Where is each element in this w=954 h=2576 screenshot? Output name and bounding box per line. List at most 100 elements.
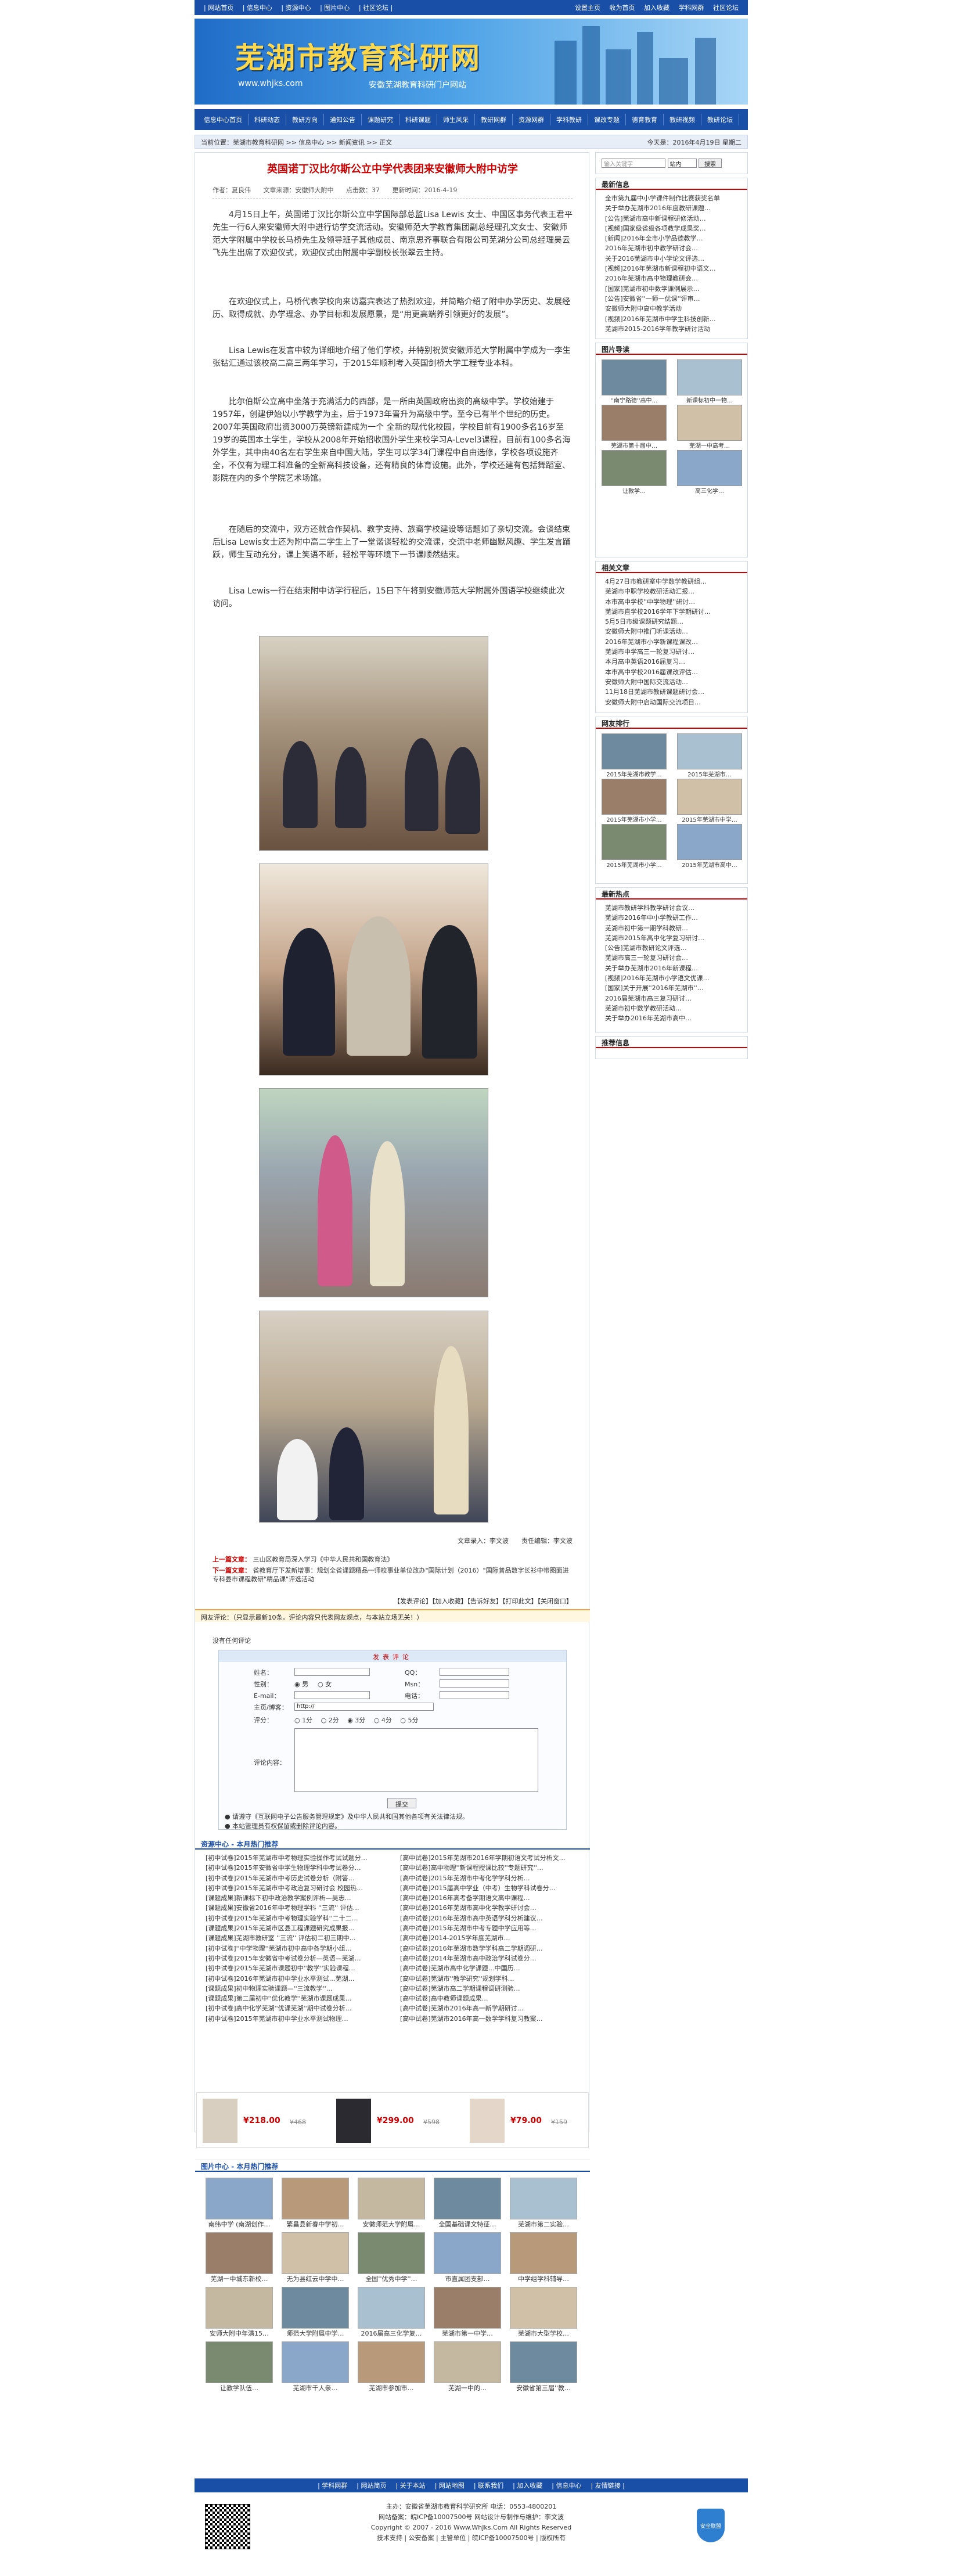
list-item[interactable]: 本月高中英语2016届复习… <box>600 657 744 667</box>
footer-link[interactable]: | 联系我们 <box>469 2481 508 2490</box>
photo-card[interactable]: ''南宁路德''高中… <box>602 359 667 404</box>
list-item[interactable]: [高中试卷]高中教师课题成果… <box>395 1994 584 2003</box>
list-item[interactable]: [视频]2016年芜湖市小学语文优课… <box>600 973 744 983</box>
footer-link[interactable]: | 网站简页 <box>352 2481 391 2490</box>
photo-card[interactable]: 无为县红云中学中… <box>282 2232 349 2283</box>
photo-card[interactable]: 师范大学附属中学… <box>282 2287 349 2338</box>
list-item[interactable]: 2016届芜湖市高三复习研讨… <box>600 994 744 1003</box>
photo-caption[interactable]: 让教学… <box>602 486 667 494</box>
photo-caption[interactable]: 2015年芜湖市小学… <box>602 815 667 823</box>
list-item[interactable]: [高中试卷]2015届高中学业（中考）生物学科试卷分… <box>395 1883 584 1893</box>
photo-caption[interactable]: 师范大学附属中学… <box>282 2329 349 2338</box>
list-item[interactable]: [公告]芜湖市教研论文评选… <box>600 943 744 953</box>
photo-caption[interactable]: 芜湖市第一中学… <box>434 2329 501 2338</box>
photo-caption[interactable]: 芜湖一中城东新校… <box>206 2274 273 2283</box>
photo-caption[interactable]: 全国基础课文特征… <box>434 2219 501 2229</box>
photo-card[interactable]: 繁昌县新春中学初… <box>282 2178 349 2229</box>
list-item[interactable]: 11月18日芜湖市教研课题研讨会… <box>600 687 744 697</box>
footer-link[interactable]: | 信息中心 <box>547 2481 586 2490</box>
photo-caption[interactable]: 中学组学科辅导… <box>510 2274 577 2283</box>
prev-article-link[interactable]: 三山区教育局深入学习《中华人民共和国教育法》 <box>253 1556 394 1563</box>
list-item[interactable]: 2016年芜湖市高中物理教研会… <box>600 274 744 283</box>
nav-item[interactable]: 科研课题 <box>399 114 437 125</box>
list-item[interactable]: [高中试卷]2016年芜湖市数学学科高二学期调研… <box>395 1944 584 1953</box>
list-item[interactable]: [高中试卷]2014-2015学年度芜湖市… <box>395 1933 584 1943</box>
photo-card[interactable]: 芜湖一中高考… <box>677 405 742 449</box>
security-shield-icon[interactable]: 安全联盟 <box>697 2509 725 2542</box>
top-link[interactable]: 社区论坛 <box>713 4 739 12</box>
list-item[interactable]: 关于举办芜湖市2016年新课程… <box>600 963 744 973</box>
photo-caption[interactable]: 繁昌县新春中学初… <box>282 2219 349 2229</box>
nav-item[interactable]: 信息中心首页 <box>198 114 249 125</box>
list-item[interactable]: 关于举办芜湖市2016年度教研课题… <box>600 203 744 213</box>
photo-caption[interactable]: 无为县红云中学中… <box>282 2274 349 2283</box>
footer-link[interactable]: | 友情链接 | <box>586 2481 629 2490</box>
article-tools[interactable]: 【发表评论】【加入收藏】【告诉好友】【打印此文】【关闭窗口】 <box>213 1596 573 1606</box>
homepage-field[interactable]: http:// <box>294 1703 434 1711</box>
list-item[interactable]: 关于2016芜湖市中小学论文评选… <box>600 254 744 264</box>
photo-card[interactable]: 南纬中学 (南湖创作… <box>206 2178 273 2229</box>
name-field[interactable] <box>294 1668 370 1676</box>
nav-item[interactable]: 通知公告 <box>324 114 362 125</box>
list-item[interactable]: [初中试卷]高中化学芜湖''优课芜湖''期中试卷分析… <box>201 2003 390 2013</box>
list-item[interactable]: 安徽师大附中高中教学活动 <box>600 304 744 314</box>
list-item[interactable]: [初中试卷]2016年芜湖市初中学业水平测试…芜湖… <box>201 1974 390 1984</box>
list-item[interactable]: [高中试卷]芜湖市2016年高一新学期研讨… <box>395 2003 584 2013</box>
top-link[interactable]: | 社区论坛 | <box>359 4 393 12</box>
top-link[interactable]: 设置主页 <box>575 4 600 12</box>
photo-caption[interactable]: 芜湖市千人亲… <box>282 2383 349 2392</box>
top-link[interactable]: | 信息中心 <box>243 4 272 12</box>
gender-female[interactable]: ○ 女 <box>318 1679 332 1689</box>
list-item[interactable]: 芜湖市2015-2016学年教学研讨活动 <box>600 324 744 334</box>
photo-caption[interactable]: 芜湖一中的… <box>434 2383 501 2392</box>
photo-card[interactable]: 2015年芜湖市小学… <box>602 824 667 868</box>
photo-card[interactable]: 2015年芜湖市高中… <box>677 824 742 868</box>
list-item[interactable]: 芜湖市教研学科教学研讨会议… <box>600 903 744 913</box>
photo-card[interactable]: 2015年芜湖市中学… <box>677 779 742 823</box>
photo-card[interactable]: 芜湖市参加市… <box>358 2341 425 2392</box>
list-item[interactable]: [初中试卷]2015年芜湖市中考物理实验学科''二十二… <box>201 1913 390 1923</box>
list-item[interactable]: [高中试卷]2016年高考备学期语文高中课程… <box>395 1893 584 1903</box>
photo-caption[interactable]: 安徽省第三届''教… <box>510 2383 577 2392</box>
list-item[interactable]: [高中试卷]2015年芜湖市2016年学期初语文考试分析文… <box>395 1853 584 1863</box>
nav-item[interactable]: 教研论坛 <box>701 114 739 125</box>
photo-card[interactable]: 芜湖市第二实验… <box>510 2178 577 2229</box>
phone-field[interactable] <box>440 1691 509 1699</box>
email-field[interactable] <box>294 1691 370 1699</box>
list-item[interactable]: 4月27日市教研室中学数学教研组… <box>600 577 744 587</box>
photo-card[interactable]: 芜湖市第十届中… <box>602 405 667 449</box>
nav-item[interactable]: 教研网群 <box>475 114 513 125</box>
list-item[interactable]: [初中试卷]2015年芜湖市课题初中''教学''实验课程… <box>201 1963 390 1973</box>
photo-caption[interactable]: 安徽师范大学附属… <box>358 2219 425 2229</box>
list-item[interactable]: [初中试卷]2015年芜湖市中考政治复习研讨会 校园热… <box>201 1883 390 1893</box>
photo-caption[interactable]: 2015年芜湖市教学… <box>602 769 667 778</box>
photo-card[interactable]: 芜湖一中的… <box>434 2341 501 2392</box>
qq-field[interactable] <box>440 1668 509 1676</box>
photo-caption[interactable]: 芜湖市大型学校… <box>510 2329 577 2338</box>
list-item[interactable]: [初中试卷]2015年芜湖市中考历史试卷分析（附答… <box>201 1873 390 1883</box>
list-item[interactable]: [初中试卷]2015年芜湖市中考物理实验操作考试试题分… <box>201 1853 390 1863</box>
photo-card[interactable]: 安徽师范大学附属… <box>358 2178 425 2229</box>
list-item[interactable]: [课题成果]初中物理实验课题—''三流教学''… <box>201 1984 390 1994</box>
submit-button[interactable]: 提交 <box>387 1798 416 1808</box>
list-item[interactable]: 芜湖市中学高三一轮复习研讨… <box>600 647 744 657</box>
photo-caption[interactable]: 芜湖一中高考… <box>677 441 742 449</box>
photo-caption[interactable]: ''南宁路德''高中… <box>602 395 667 404</box>
list-item[interactable]: [公告]芜湖市高中新课程研修活动… <box>600 214 744 224</box>
photo-card[interactable]: 高三化学… <box>677 450 742 494</box>
nav-item[interactable]: 课题研究 <box>362 114 399 125</box>
photo-card[interactable]: 市直属团支部… <box>434 2232 501 2283</box>
gender-male[interactable]: ◉ 男 <box>294 1679 308 1689</box>
score-option[interactable]: 2分 <box>329 1717 339 1724</box>
nav-item[interactable]: 教研视频 <box>664 114 701 125</box>
photo-caption[interactable]: 芜湖市第十届中… <box>602 441 667 449</box>
list-item[interactable]: 本市高中学校2016届课改评估… <box>600 667 744 677</box>
photo-card[interactable]: 2015年芜湖市教学… <box>602 733 667 778</box>
photo-card[interactable]: 安师大附中年满15… <box>206 2287 273 2338</box>
list-item[interactable]: 芜湖市2015年高中化学复习研讨… <box>600 933 744 943</box>
footer-link[interactable]: | 网站地图 <box>430 2481 469 2490</box>
list-item[interactable]: 关于举办2016年芜湖市高中… <box>600 1013 744 1023</box>
top-link[interactable]: | 资源中心 <box>281 4 311 12</box>
list-item[interactable]: [高中试卷]2014年芜湖市高中政治学科试卷分… <box>395 1953 584 1963</box>
photo-card[interactable]: 全国''优秀中学''… <box>358 2232 425 2283</box>
